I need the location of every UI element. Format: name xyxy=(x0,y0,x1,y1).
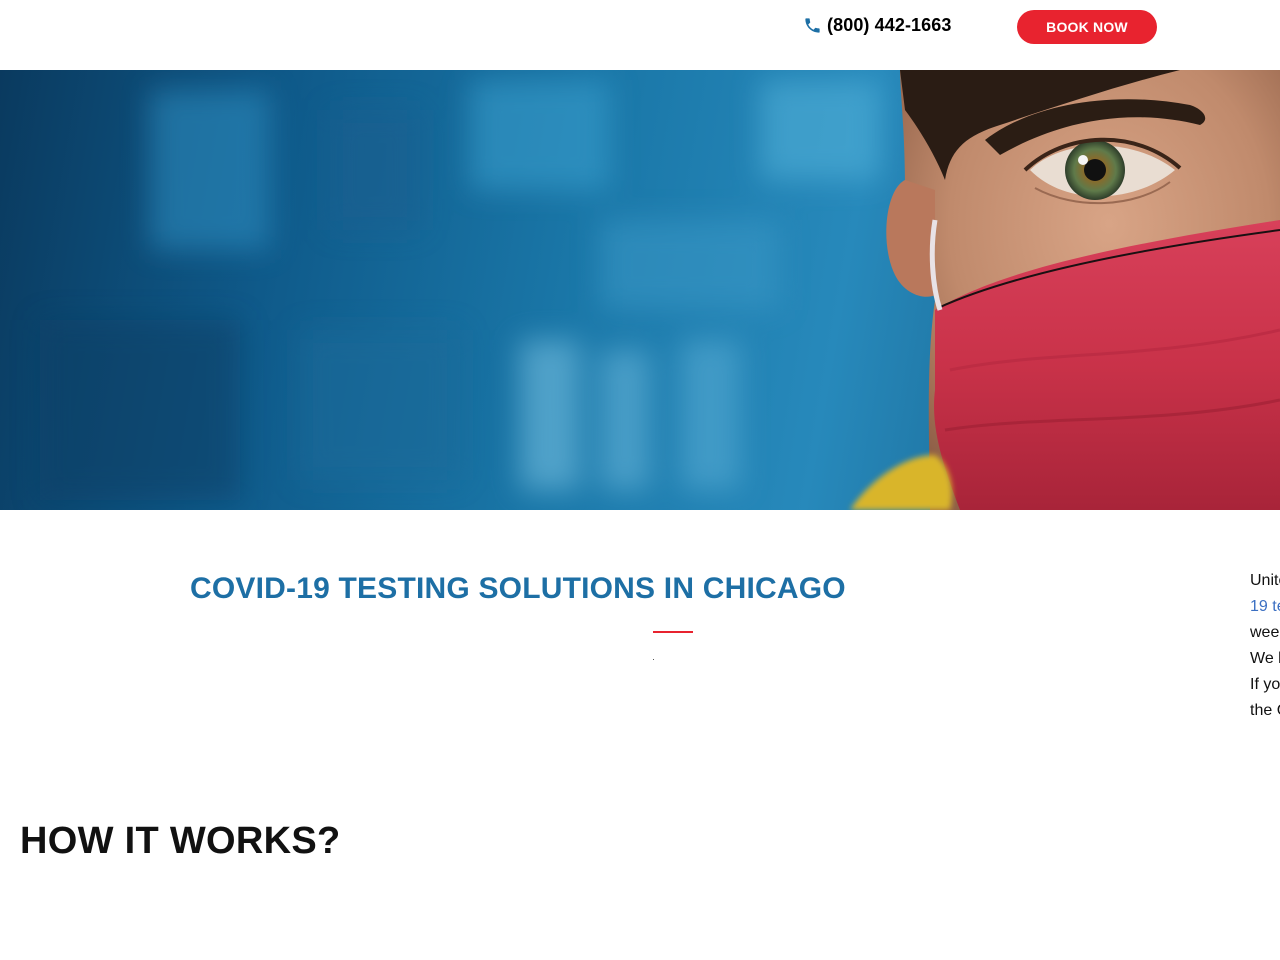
phone-number[interactable]: (800) 442-1663 xyxy=(827,15,952,36)
page: (800) 442-1663 BOOK NOW COVID-19 TESTING… xyxy=(0,0,1280,960)
intro-link[interactable]: 19 te xyxy=(1250,594,1280,620)
how-it-works-heading: HOW IT WORKS? xyxy=(20,820,341,862)
divider-dot xyxy=(653,659,654,660)
intro-line: If yo xyxy=(1250,676,1280,693)
phone-icon xyxy=(805,17,820,33)
page-title: COVID-19 TESTING SOLUTIONS IN CHICAGO xyxy=(190,572,846,605)
intro-line: We l xyxy=(1250,650,1280,667)
phone-link[interactable]: (800) 442-1663 xyxy=(803,13,952,37)
site-header: (800) 442-1663 BOOK NOW xyxy=(0,0,1280,70)
intro-line: Unite xyxy=(1250,572,1280,589)
intro-text: Unite 19 te wee We l If yo the C xyxy=(1250,568,1280,724)
hero-image xyxy=(0,70,1280,510)
intro-line: the C xyxy=(1250,702,1280,719)
intro-line: wee xyxy=(1250,624,1280,641)
hero-illustration xyxy=(40,70,1280,510)
title-divider xyxy=(653,631,693,633)
book-now-button[interactable]: BOOK NOW xyxy=(1017,10,1157,44)
